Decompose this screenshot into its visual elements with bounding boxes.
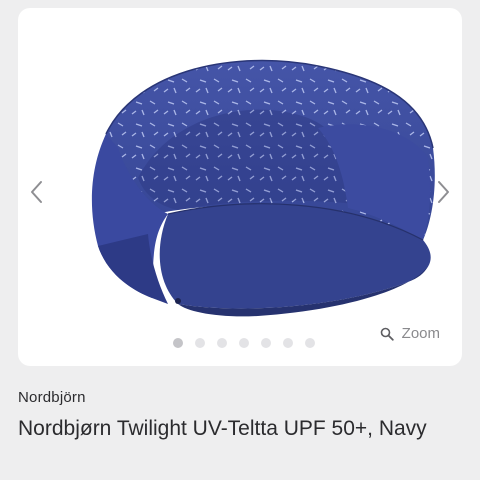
chevron-right-icon: [438, 181, 449, 203]
zoom-label: Zoom: [401, 325, 440, 342]
pagination-dot[interactable]: [217, 338, 227, 348]
previous-image-button[interactable]: [26, 176, 48, 208]
product-image-gallery[interactable]: Zoom: [18, 8, 462, 366]
product-page: Zoom Nordbjörn Nordbjørn Twilight UV-Tel…: [0, 0, 480, 480]
product-brand[interactable]: Nordbjörn: [18, 389, 86, 406]
next-image-button[interactable]: [432, 176, 454, 208]
pagination-dot[interactable]: [195, 338, 205, 348]
pagination-dot[interactable]: [173, 338, 183, 348]
pagination-dot[interactable]: [283, 338, 293, 348]
magnifier-icon: [380, 327, 394, 341]
product-title: Nordbjørn Twilight UV-Teltta UPF 50+, Na…: [18, 417, 427, 440]
pagination-dot[interactable]: [239, 338, 249, 348]
chevron-left-icon: [31, 181, 42, 203]
image-pagination: [173, 338, 315, 348]
product-image[interactable]: [18, 8, 462, 366]
pagination-dot[interactable]: [261, 338, 271, 348]
pagination-dot[interactable]: [305, 338, 315, 348]
zoom-button[interactable]: Zoom: [380, 325, 440, 342]
